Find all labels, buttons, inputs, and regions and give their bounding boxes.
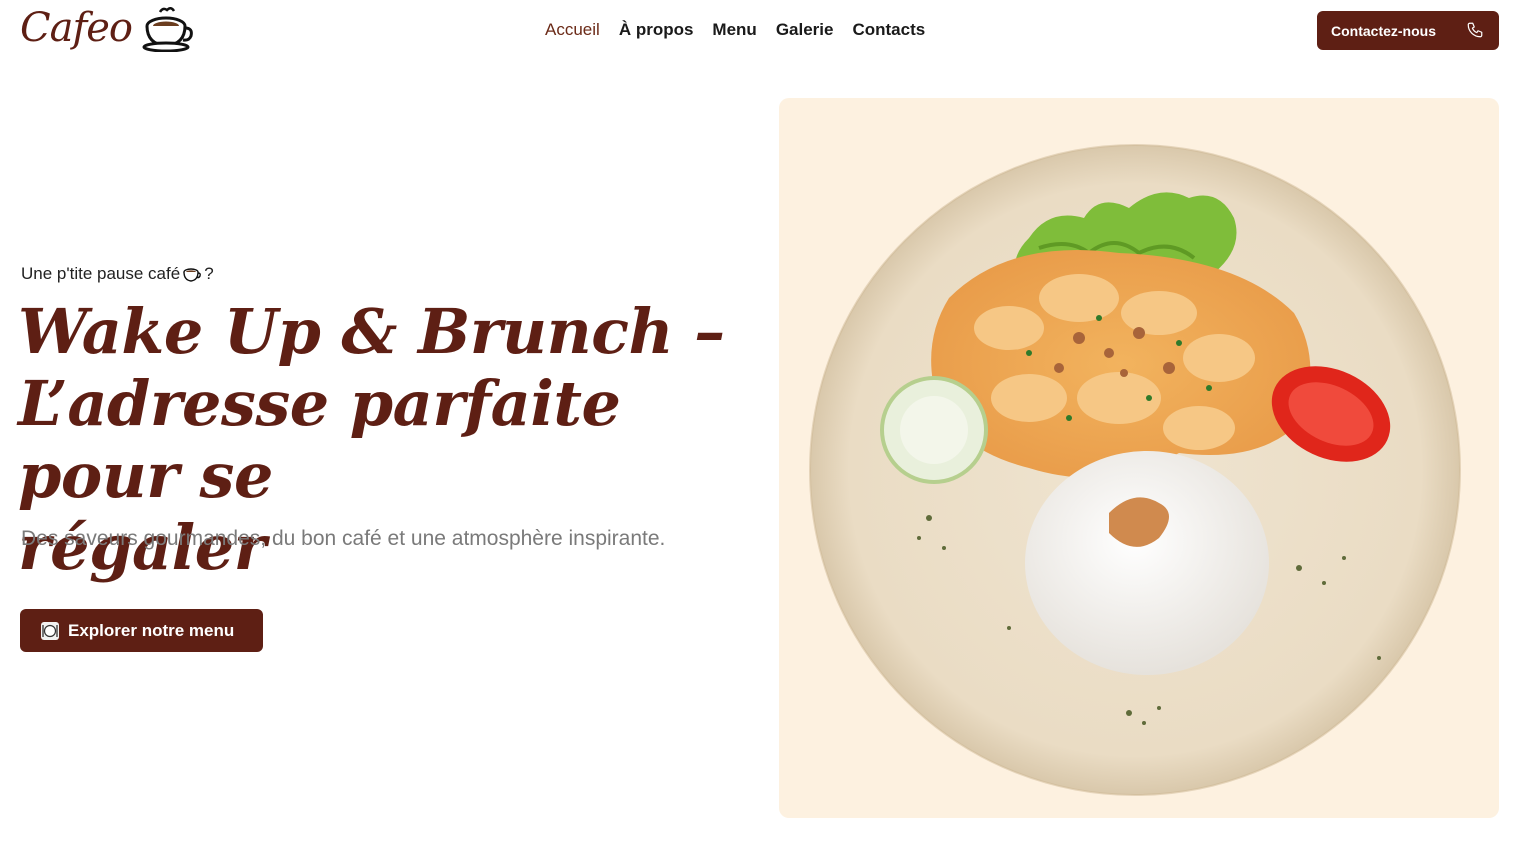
brand-logo[interactable]: Cafeo (20, 4, 194, 52)
contact-button[interactable]: Contactez-nous (1317, 11, 1499, 50)
coffee-cup-icon (183, 268, 202, 282)
coffee-cup-icon (142, 7, 193, 52)
nav-galerie[interactable]: Galerie (776, 18, 834, 42)
nav-accueil[interactable]: Accueil (545, 18, 600, 42)
hero-eyebrow: Une p'tite pause café ? (21, 264, 214, 284)
main-nav: Accueil À propos Menu Galerie Contacts (545, 18, 944, 42)
explore-menu-button[interactable]: Explorer notre menu (20, 609, 263, 652)
explore-menu-label: Explorer notre menu (68, 620, 235, 640)
hero-subtitle: Des saveurs gourmandes, du bon café et u… (21, 527, 666, 550)
site-header: Cafeo Accueil À propos Menu Galerie Cont… (0, 0, 1517, 62)
hero-title-line-1: Wake Up & Brunch – (18, 295, 725, 368)
plate-cutlery-icon (41, 621, 59, 640)
brand-name: Cafeo (20, 5, 133, 51)
hero-image-card (779, 98, 1499, 818)
dish-plate-image (809, 144, 1461, 796)
nav-contacts[interactable]: Contacts (852, 18, 925, 42)
contact-button-label: Contactez-nous (1331, 22, 1436, 39)
phone-icon (1467, 22, 1483, 38)
hero-eyebrow-text: Une p'tite pause café (21, 264, 181, 283)
hero-title-line-2: L’adresse parfaite pour se (18, 367, 621, 512)
nav-a-propos[interactable]: À propos (619, 18, 694, 42)
hero-eyebrow-suffix: ? (204, 264, 214, 283)
nav-menu[interactable]: Menu (712, 18, 756, 42)
